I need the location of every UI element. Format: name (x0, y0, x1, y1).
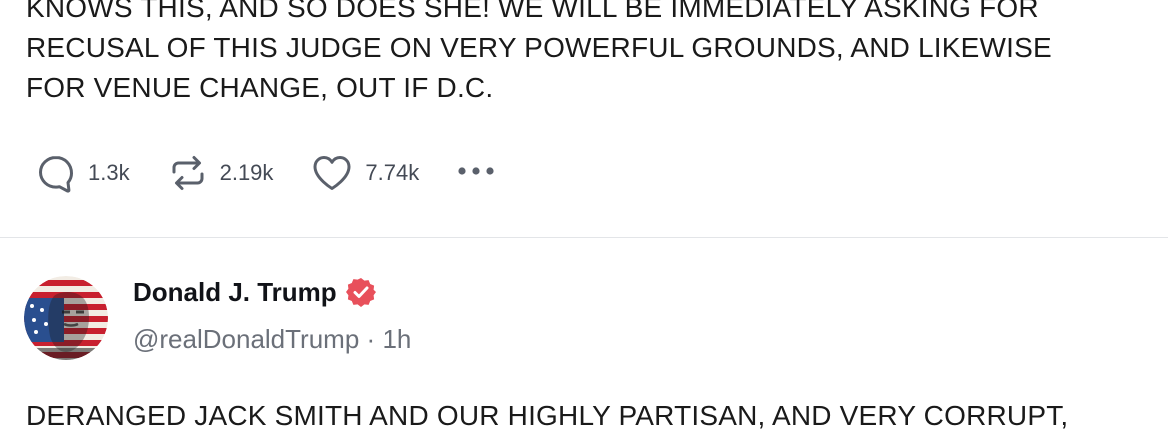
author-name[interactable]: Donald J. Trump (133, 277, 337, 308)
post-text: DERANGED JACK SMITH AND OUR HIGHLY PARTI… (26, 400, 1069, 431)
reply-count: 1.3k (88, 160, 130, 185)
like-button[interactable]: 7.74k (311, 153, 419, 193)
speech-bubble-icon (36, 153, 76, 193)
post-text-line: RECUSAL OF THIS JUDGE ON VERY POWERFUL G… (26, 32, 1052, 63)
repost-button[interactable]: 2.19k (168, 153, 274, 193)
post-action-bar: 1.3k 2.19k 7.74k (36, 150, 497, 196)
verified-badge-icon (345, 276, 377, 308)
author-handle[interactable]: @realDonaldTrump (133, 324, 359, 354)
like-count: 7.74k (365, 160, 420, 185)
more-options-button[interactable] (455, 161, 497, 186)
reply-button[interactable]: 1.3k (36, 153, 130, 193)
post-timestamp[interactable]: 1h (382, 324, 411, 354)
author-meta: @realDonaldTrump · 1h (133, 324, 411, 355)
post-text-line: FOR VENUE CHANGE, OUT IF D.C. (26, 72, 494, 103)
repost-count: 2.19k (219, 160, 274, 185)
heart-icon (311, 153, 353, 193)
avatar[interactable] (24, 276, 108, 360)
post-divider (0, 237, 1168, 238)
more-dots-icon (455, 161, 497, 186)
meta-separator: · (366, 324, 376, 354)
repost-arrows-icon (168, 153, 208, 193)
author-name-row: Donald J. Trump (133, 276, 377, 308)
post-text-line: KNOWS THIS, AND SO DOES SHE! WE WILL BE … (26, 0, 1039, 23)
post-text: KNOWS THIS, AND SO DOES SHE! WE WILL BE … (26, 0, 1146, 108)
